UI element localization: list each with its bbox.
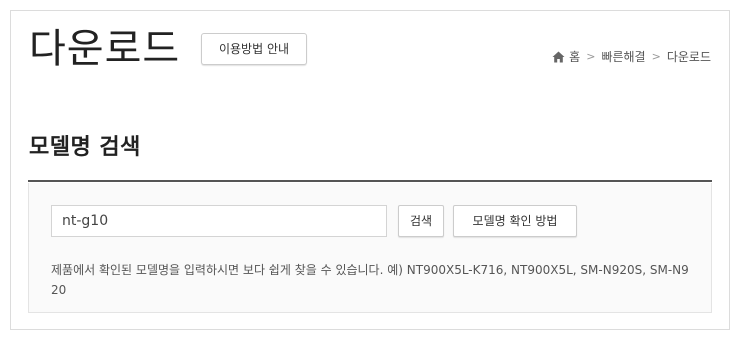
download-panel: 다운로드 이용방법 안내 홈 > 빠른해결 > 다운로드 모델명 검색 검색 모… [10,10,730,330]
model-search-input[interactable] [51,205,387,237]
breadcrumb-item-home: 홈 [569,50,581,64]
breadcrumb-item-download[interactable]: 다운로드 [667,48,711,65]
breadcrumb-separator: > [586,50,596,63]
model-name-help-button[interactable]: 모델명 확인 방법 [453,205,577,237]
breadcrumb: 홈 > 빠른해결 > 다운로드 [552,48,711,65]
breadcrumb-home[interactable]: 홈 [552,48,580,65]
model-search-box: 검색 모델명 확인 방법 제품에서 확인된 모델명을 입력하시면 보다 쉽게 찾… [28,183,712,313]
usage-guide-button[interactable]: 이용방법 안내 [201,33,307,65]
section-divider [28,180,712,182]
home-icon [552,51,565,62]
section-title: 모델명 검색 [29,135,141,160]
page-title: 다운로드 [29,26,181,72]
search-hint: 제품에서 확인된 모델명을 입력하시면 보다 쉽게 찾을 수 있습니다. 예) … [51,263,689,297]
search-button[interactable]: 검색 [398,205,444,237]
breadcrumb-item-quick-fix[interactable]: 빠른해결 [601,48,645,65]
breadcrumb-separator: > [651,50,661,63]
